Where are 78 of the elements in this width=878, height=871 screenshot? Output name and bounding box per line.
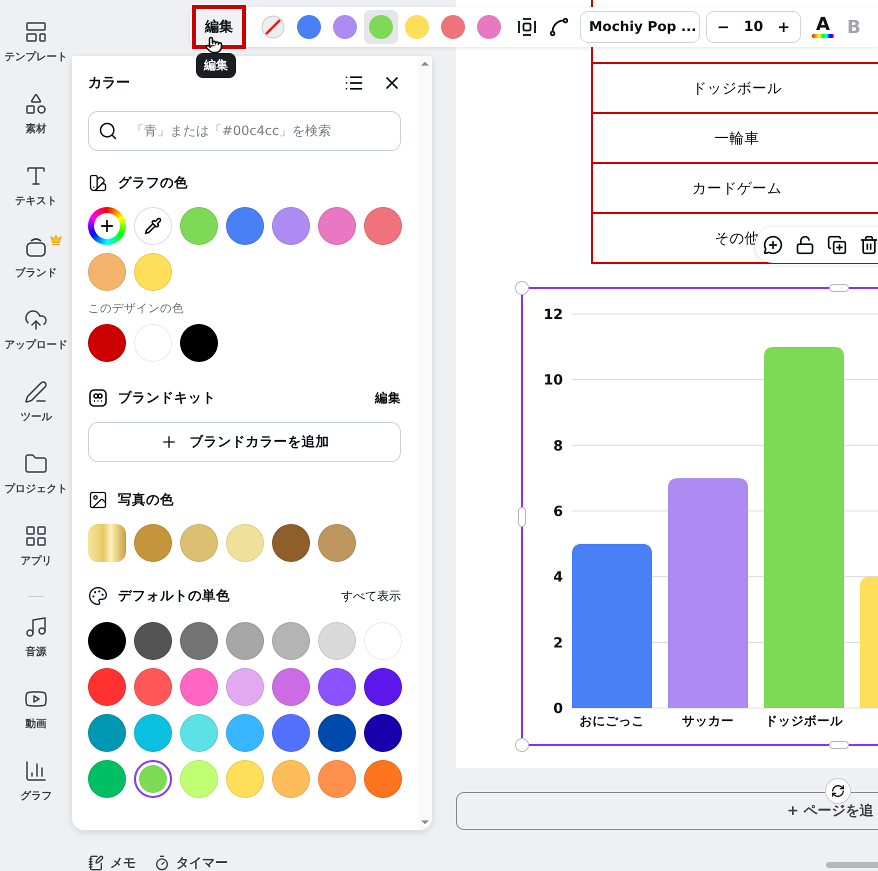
music-icon bbox=[24, 615, 48, 639]
section-title: 写真の色 bbox=[118, 491, 175, 509]
search-icon bbox=[98, 121, 118, 141]
decrease-button[interactable]: − bbox=[713, 18, 734, 36]
category-label: ドッジボール bbox=[765, 713, 843, 728]
resize-handle[interactable] bbox=[518, 507, 526, 527]
sidebar-item[interactable]: 動画 bbox=[0, 685, 72, 757]
add-brand-color-button[interactable]: ブランドカラーを追加 bbox=[88, 422, 401, 462]
sidebar-item[interactable]: アプリ bbox=[0, 522, 72, 594]
add-page-button[interactable]: + ページを追 bbox=[456, 792, 878, 830]
eyedropper-icon bbox=[144, 217, 162, 235]
axis-tick-label: 12 bbox=[544, 307, 563, 323]
pen-icon bbox=[24, 380, 48, 404]
folder-icon bbox=[24, 452, 48, 476]
sidebar-item[interactable]: ツール bbox=[0, 378, 72, 450]
panel-title: カラー bbox=[88, 74, 131, 92]
category-label: おにごっこ bbox=[580, 713, 644, 728]
palette-icon bbox=[88, 586, 108, 606]
brand-kit-icon bbox=[88, 388, 108, 408]
font-size-value: 10 bbox=[744, 19, 764, 35]
memo-button[interactable]: メモ bbox=[88, 854, 136, 871]
rotate-icon[interactable] bbox=[825, 778, 851, 804]
duplicate-icon[interactable] bbox=[827, 235, 847, 255]
plus-icon bbox=[98, 217, 116, 235]
sidebar-item[interactable]: 素材 bbox=[0, 90, 72, 162]
sidebar-item[interactable]: プロジェクト bbox=[0, 450, 72, 522]
cloud-upload-icon bbox=[24, 308, 48, 332]
axis-tick-label: 6 bbox=[553, 504, 563, 520]
trash-icon[interactable] bbox=[859, 235, 878, 255]
sidebar-item[interactable]: テンプレート bbox=[0, 18, 72, 90]
shapes-icon bbox=[24, 92, 48, 116]
bar-chart-icon bbox=[24, 759, 48, 783]
color-swatch[interactable] bbox=[134, 760, 172, 798]
sidebar-item[interactable]: テキスト bbox=[0, 162, 72, 234]
resize-handle[interactable] bbox=[515, 281, 529, 295]
category-label: サッカー bbox=[682, 713, 734, 728]
font-dropdown[interactable]: Mochiy Pop ... bbox=[580, 11, 700, 43]
template-icon bbox=[24, 20, 48, 44]
edit-link[interactable]: 編集 bbox=[375, 390, 401, 406]
sidebar-item[interactable]: ブランド bbox=[0, 234, 72, 306]
comment-add-icon[interactable] bbox=[763, 235, 783, 255]
section-title: グラフの色 bbox=[118, 174, 189, 192]
axis-tick-label: 4 bbox=[553, 570, 563, 586]
section-title: デフォルトの単色 bbox=[118, 587, 231, 605]
axis-tick-label: 10 bbox=[544, 372, 563, 389]
resize-handle[interactable] bbox=[829, 741, 849, 749]
resize-handle[interactable] bbox=[829, 284, 849, 292]
show-all-link[interactable]: すべて表示 bbox=[341, 588, 401, 604]
gradient-swatch[interactable] bbox=[88, 524, 126, 562]
axis-tick-label: 8 bbox=[553, 438, 563, 454]
no-color-icon[interactable] bbox=[261, 15, 285, 39]
sidebar-item[interactable]: アップロード bbox=[0, 306, 72, 378]
timer-button[interactable]: タイマー bbox=[154, 854, 228, 871]
color-swatch[interactable] bbox=[364, 10, 398, 44]
section-title: ブランドキット bbox=[118, 389, 217, 407]
tooltip: 編集 bbox=[196, 53, 236, 78]
apps-icon bbox=[24, 524, 48, 548]
text-color-button[interactable]: A bbox=[811, 16, 835, 38]
axis-tick-label: 2 bbox=[553, 635, 563, 652]
axis-tick-label: 0 bbox=[553, 701, 563, 717]
resize-handle[interactable] bbox=[515, 738, 529, 752]
image-icon bbox=[88, 490, 108, 510]
hand-cursor-icon bbox=[205, 36, 223, 54]
swatch-book-icon bbox=[88, 173, 108, 193]
add-color-button[interactable] bbox=[88, 207, 126, 245]
search-field[interactable]: 「青」または「#00c4cc」を検索 bbox=[88, 111, 401, 151]
position-icon[interactable] bbox=[516, 16, 538, 38]
brand-icon bbox=[24, 236, 48, 260]
sidebar-item[interactable]: 音源 bbox=[0, 613, 72, 685]
increase-button[interactable]: + bbox=[773, 18, 794, 36]
timer-icon bbox=[154, 855, 170, 871]
eyedropper-button[interactable] bbox=[134, 207, 172, 245]
subsection-label: このデザインの色 bbox=[88, 301, 185, 316]
notepad-pen-icon bbox=[88, 855, 104, 871]
curve-icon[interactable] bbox=[548, 16, 570, 38]
edit-button[interactable]: 編集 bbox=[192, 5, 246, 49]
unlock-icon[interactable] bbox=[795, 235, 815, 255]
sidebar-item[interactable]: グラフ bbox=[0, 757, 72, 829]
